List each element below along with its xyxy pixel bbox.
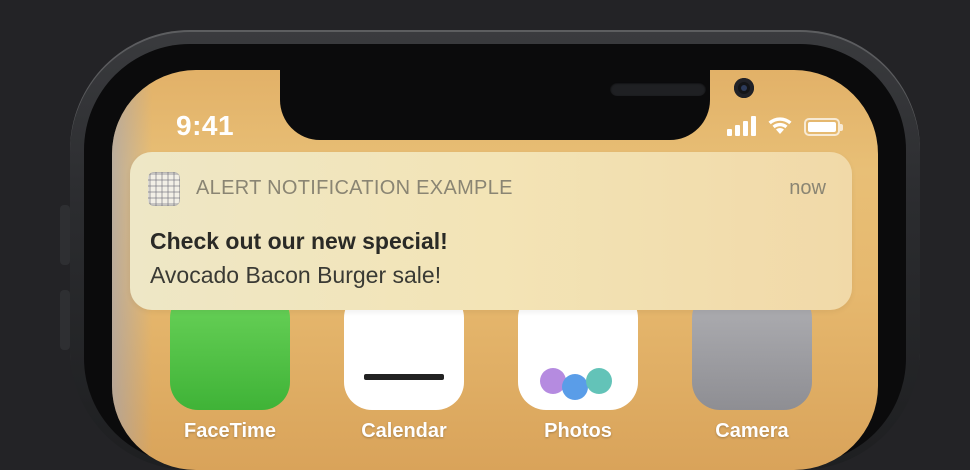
volume-button bbox=[60, 205, 70, 265]
notification-time: now bbox=[789, 177, 826, 199]
notification-body: Avocado Bacon Burger sale! bbox=[150, 262, 442, 288]
notification-title: Check out our new special! bbox=[150, 228, 448, 254]
battery-icon bbox=[804, 118, 843, 136]
app-label: Photos bbox=[544, 420, 612, 442]
volume-button-lower bbox=[60, 290, 70, 350]
speaker-grille bbox=[610, 82, 706, 96]
notch bbox=[280, 70, 754, 140]
cellular-signal-icon bbox=[727, 114, 756, 136]
app-icon bbox=[148, 172, 180, 206]
app-label: Calendar bbox=[361, 420, 447, 442]
status-time: 9:41 bbox=[176, 110, 235, 141]
app-label: Camera bbox=[715, 420, 789, 442]
status-icons bbox=[727, 114, 843, 136]
alert-notification[interactable]: ALERT NOTIFICATION EXAMPLE now Check out… bbox=[130, 152, 852, 310]
app-label: FaceTime bbox=[184, 420, 276, 442]
notification-app-name: ALERT NOTIFICATION EXAMPLE bbox=[196, 177, 513, 199]
front-camera-icon bbox=[734, 78, 754, 98]
wifi-icon bbox=[768, 117, 792, 134]
